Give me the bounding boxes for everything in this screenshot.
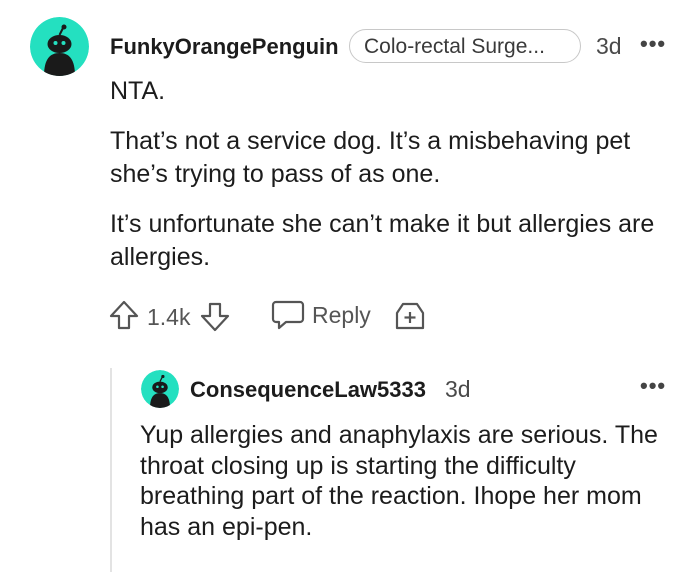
snoo-avatar-icon (30, 17, 89, 76)
user-flair: Colo-rectal Surge... (349, 29, 581, 63)
comment-username[interactable]: FunkyOrangePenguin (110, 34, 339, 60)
downvote-arrow-icon (200, 302, 230, 332)
vote-count: 1.4k (147, 304, 191, 330)
reply-timestamp: 3d (445, 376, 471, 402)
speech-bubble-icon (271, 300, 305, 330)
reply-username[interactable]: ConsequenceLaw5333 (190, 377, 426, 403)
comment-timestamp: 3d (596, 33, 622, 59)
reply-avatar[interactable] (141, 370, 179, 408)
reply-label[interactable]: Reply (312, 302, 371, 328)
comment-paragraph-3: It’s unfortunate she can’t make it but a… (110, 210, 655, 271)
reply-button[interactable] (271, 299, 305, 331)
avatar[interactable] (30, 17, 89, 76)
reply-body: Yup allergies and anaphylaxis are seriou… (140, 421, 658, 541)
upvote-arrow-icon (109, 300, 139, 330)
thread-line[interactable] (110, 368, 112, 572)
snoo-avatar-icon (141, 370, 179, 408)
downvote-button[interactable] (199, 301, 231, 333)
more-options-button[interactable]: ••• (640, 32, 666, 56)
comment-paragraph-2: That’s not a service dog. It’s a misbeha… (110, 127, 631, 188)
award-button[interactable] (394, 300, 426, 332)
upvote-button[interactable] (108, 299, 140, 331)
reply-more-options-button[interactable]: ••• (640, 374, 666, 398)
award-plus-icon (395, 302, 425, 330)
comment-paragraph-1: NTA. (110, 77, 166, 105)
